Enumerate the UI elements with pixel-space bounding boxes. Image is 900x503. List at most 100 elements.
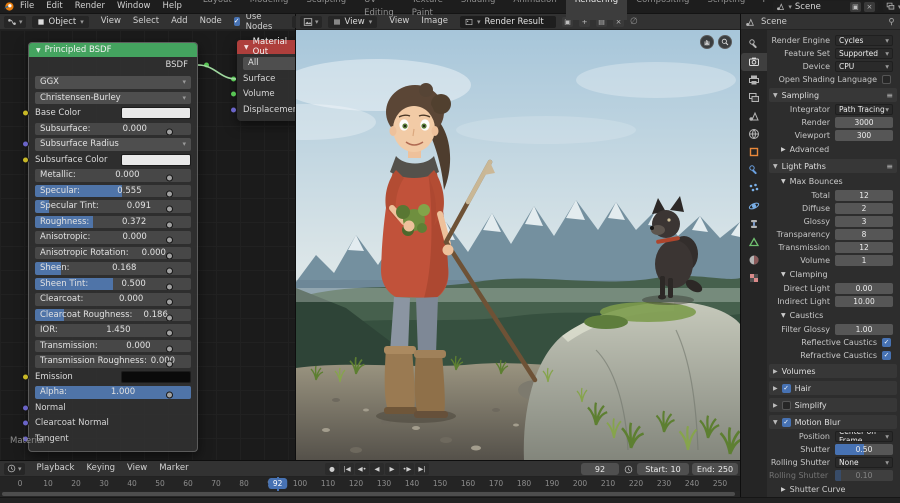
render-viewport[interactable] — [296, 30, 740, 460]
unlink-scene-button[interactable]: × — [864, 2, 875, 12]
workspace-tab-scripting[interactable]: Scripting — [698, 0, 754, 20]
previous-keyframe-button[interactable]: ◀• — [355, 463, 369, 475]
socket-gray[interactable] — [166, 330, 173, 337]
prop-menu-position[interactable]: Center on Frame▾ — [835, 431, 893, 442]
collapse-arrow-icon[interactable]: ▼ — [781, 271, 786, 278]
socket-gray[interactable] — [166, 345, 173, 352]
section-hair[interactable]: ▶✓Hair — [769, 381, 897, 395]
node-row-metallic[interactable]: Metallic:0.000 — [35, 169, 191, 182]
collapse-arrow-icon[interactable]: ▶ — [773, 368, 778, 375]
properties-tab-object-data[interactable] — [741, 233, 767, 251]
socket-gray[interactable] — [166, 299, 173, 306]
socket-green[interactable] — [230, 75, 237, 82]
node-row-alpha[interactable]: Alpha:1.000 — [35, 386, 191, 399]
menubar-item-window[interactable]: Window — [111, 0, 157, 13]
current-frame-indicator[interactable]: 92 — [268, 478, 288, 489]
material-output-header[interactable]: ▼ Material Out — [237, 40, 295, 54]
socket-gray[interactable] — [166, 268, 173, 275]
menubar-item-help[interactable]: Help — [156, 0, 187, 13]
section-motion-blur[interactable]: ▼✓Motion Blur — [769, 415, 897, 429]
collapse-arrow-icon[interactable]: ▼ — [244, 44, 249, 51]
prop-field-viewport[interactable]: 300 — [835, 130, 893, 141]
jump-to-end-button[interactable]: ▶| — [415, 463, 429, 475]
section-light-paths[interactable]: ▼Light Paths≡ — [769, 159, 897, 173]
pin-icon[interactable] — [887, 17, 896, 26]
prop-slider-rolling-shutter-dur[interactable]: 0.10 — [835, 470, 893, 481]
collapse-arrow-icon[interactable]: ▶ — [773, 402, 778, 409]
socket-gray[interactable] — [166, 252, 173, 259]
node-row-roughness[interactable]: Roughness:0.372 — [35, 216, 191, 229]
node-row-clearcoat-roughness[interactable]: Clearcoat Roughness:0.186 — [35, 309, 191, 322]
new-scene-button[interactable]: ▣ — [850, 2, 861, 12]
prop-field-transparency[interactable]: 8 — [835, 229, 893, 240]
workspace-tab-compositing[interactable]: Compositing — [627, 0, 698, 20]
subsection-clamping[interactable]: ▼Clamping — [769, 268, 897, 281]
prop-checkbox-refractive-caustics[interactable]: ✓ — [882, 351, 891, 360]
properties-tab-render[interactable] — [741, 53, 767, 71]
prop-field-glossy[interactable]: 3 — [835, 216, 893, 227]
node-row-transmission[interactable]: Transmission:0.000 — [35, 340, 191, 353]
socket-gray[interactable] — [166, 190, 173, 197]
socket-gray[interactable] — [166, 237, 173, 244]
collapse-arrow-icon[interactable]: ▶ — [781, 486, 786, 493]
node-canvas[interactable]: ▼ Principled BSDF BSDF GGX▾Christensen-B… — [0, 30, 295, 460]
pan-hand-button[interactable] — [700, 35, 714, 49]
prop-menu-device[interactable]: CPU▾ — [835, 61, 893, 72]
node-row-ior[interactable]: IOR:1.450 — [35, 324, 191, 337]
current-frame-field[interactable]: 92 — [581, 463, 619, 475]
material-output-node[interactable]: ▼ Material Out AllSurfaceVolumeDisplacem… — [237, 40, 295, 121]
timeline-menu-marker[interactable]: Marker — [153, 462, 194, 475]
socket-yellow[interactable] — [22, 373, 29, 380]
socket-gray[interactable] — [166, 175, 173, 182]
properties-tab-scene[interactable] — [741, 107, 767, 125]
section-checkbox-motion-blur[interactable]: ✓ — [782, 418, 791, 427]
play-button[interactable]: ▶ — [385, 463, 399, 475]
node-row-clearcoat[interactable]: Clearcoat:0.000 — [35, 293, 191, 306]
collapse-arrow-icon[interactable]: ▼ — [781, 178, 786, 185]
properties-tab-modifiers[interactable] — [741, 161, 767, 179]
bsdf-output-socket[interactable] — [203, 62, 210, 69]
workspace-tab-texture-paint[interactable]: Texture Paint — [403, 0, 452, 20]
workspace-tab-layout[interactable]: Layout — [194, 0, 241, 20]
collapse-arrow-icon[interactable]: ▶ — [781, 146, 786, 153]
prop-field-total[interactable]: 12 — [835, 190, 893, 201]
editor-type-button[interactable]: ▾ — [4, 16, 26, 28]
menubar-item-file[interactable]: File — [14, 0, 40, 13]
prop-menu-integrator[interactable]: Path Tracing▾ — [835, 104, 893, 115]
color-swatch[interactable] — [121, 371, 191, 383]
shader-type-dropdown[interactable]: Object ▾ — [32, 16, 89, 28]
subsection-advanced[interactable]: ▶Advanced — [769, 143, 897, 156]
socket-purple[interactable] — [22, 420, 29, 427]
section-sampling[interactable]: ▼Sampling≡ — [769, 88, 897, 102]
prop-field-diffuse[interactable]: 2 — [835, 203, 893, 214]
section-checkbox-hair[interactable]: ✓ — [782, 384, 791, 393]
color-swatch[interactable] — [121, 154, 191, 166]
timeline-menu-keying[interactable]: Keying — [80, 462, 121, 475]
socket-gray[interactable] — [166, 361, 173, 368]
node-row-transmission-roughness[interactable]: Transmission Roughness:0.000 — [35, 355, 191, 368]
node-row-sheen-tint[interactable]: Sheen Tint:0.500 — [35, 278, 191, 291]
principled-bsdf-node[interactable]: ▼ Principled BSDF BSDF GGX▾Christensen-B… — [28, 42, 198, 452]
collapse-arrow-icon[interactable]: ▼ — [781, 312, 786, 319]
frame-start-field[interactable]: Start:10 — [637, 463, 689, 475]
socket-gray[interactable] — [166, 128, 173, 135]
socket-gray[interactable] — [166, 206, 173, 213]
node-row-sheen[interactable]: Sheen:0.168 — [35, 262, 191, 275]
socket-purple[interactable] — [230, 106, 237, 113]
collapse-arrow-icon[interactable]: ▼ — [773, 419, 778, 426]
node-row-anisotropic[interactable]: Anisotropic:0.000 — [35, 231, 191, 244]
prop-menu-feature-set[interactable]: Supported▾ — [835, 48, 893, 59]
socket-gray[interactable] — [166, 314, 173, 321]
properties-tab-tool[interactable] — [741, 35, 767, 53]
add-workspace-button[interactable]: + — [754, 0, 773, 20]
menubar-item-edit[interactable]: Edit — [40, 0, 68, 13]
workspace-tab-sculpting[interactable]: Sculpting — [297, 0, 355, 20]
output-row-all[interactable]: All — [243, 57, 295, 70]
prop-field-direct-light[interactable]: 0.00 — [835, 283, 893, 294]
node-row-specular-tint[interactable]: Specular Tint:0.091 — [35, 200, 191, 213]
node-row-subsurface[interactable]: Subsurface:0.000 — [35, 123, 191, 136]
section-simplify[interactable]: ▶Simplify — [769, 398, 897, 412]
view-layer-selector[interactable]: ▾ View Layer ▣ × — [883, 1, 900, 12]
workspace-tab-rendering[interactable]: Rendering — [566, 0, 627, 20]
prop-field-render[interactable]: 3000 — [835, 117, 893, 128]
